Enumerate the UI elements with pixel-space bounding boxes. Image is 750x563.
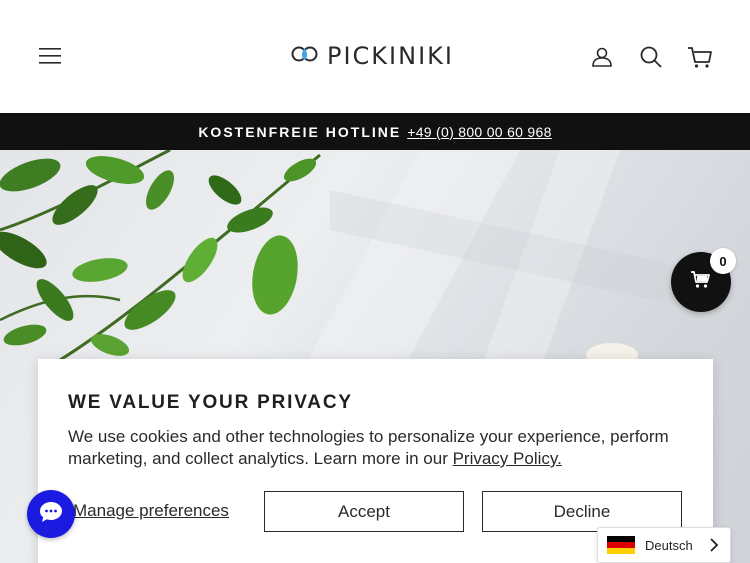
hotline-phone-link[interactable]: +49 (0) 800 00 60 968	[407, 124, 551, 140]
hamburger-menu-icon[interactable]	[38, 45, 64, 67]
cart-count-badge: 0	[710, 248, 736, 274]
privacy-policy-link[interactable]: Privacy Policy.	[453, 449, 562, 468]
account-icon[interactable]	[589, 44, 615, 70]
accept-button[interactable]: Accept	[264, 491, 464, 532]
search-icon[interactable]	[638, 44, 664, 70]
cart-icon	[690, 270, 712, 295]
privacy-title: WE VALUE YOUR PRIVACY	[68, 392, 353, 413]
chevron-right-icon	[708, 537, 720, 558]
german-flag-icon	[607, 535, 635, 555]
hotline-label: KOSTENFREIE HOTLINE	[198, 123, 402, 140]
logo-text: PICKINIKI	[327, 42, 454, 70]
chat-widget-button[interactable]	[27, 490, 75, 538]
cart-icon[interactable]	[686, 44, 712, 70]
language-label: Deutsch	[645, 537, 693, 553]
site-logo[interactable]: PICKINIKI	[291, 42, 454, 70]
privacy-body: We use cookies and other technologies to…	[68, 426, 688, 470]
manage-preferences-link[interactable]: Manage preferences	[73, 501, 229, 521]
chat-icon	[39, 501, 63, 528]
logo-icon	[291, 43, 319, 70]
language-selector[interactable]: Deutsch	[597, 527, 731, 563]
announcement-bar: KOSTENFREIE HOTLINE +49 (0) 800 00 60 96…	[0, 113, 750, 150]
privacy-body-text: We use cookies and other technologies to…	[68, 427, 669, 468]
decline-button[interactable]: Decline	[482, 491, 682, 532]
site-header: PICKINIKI	[0, 0, 750, 113]
